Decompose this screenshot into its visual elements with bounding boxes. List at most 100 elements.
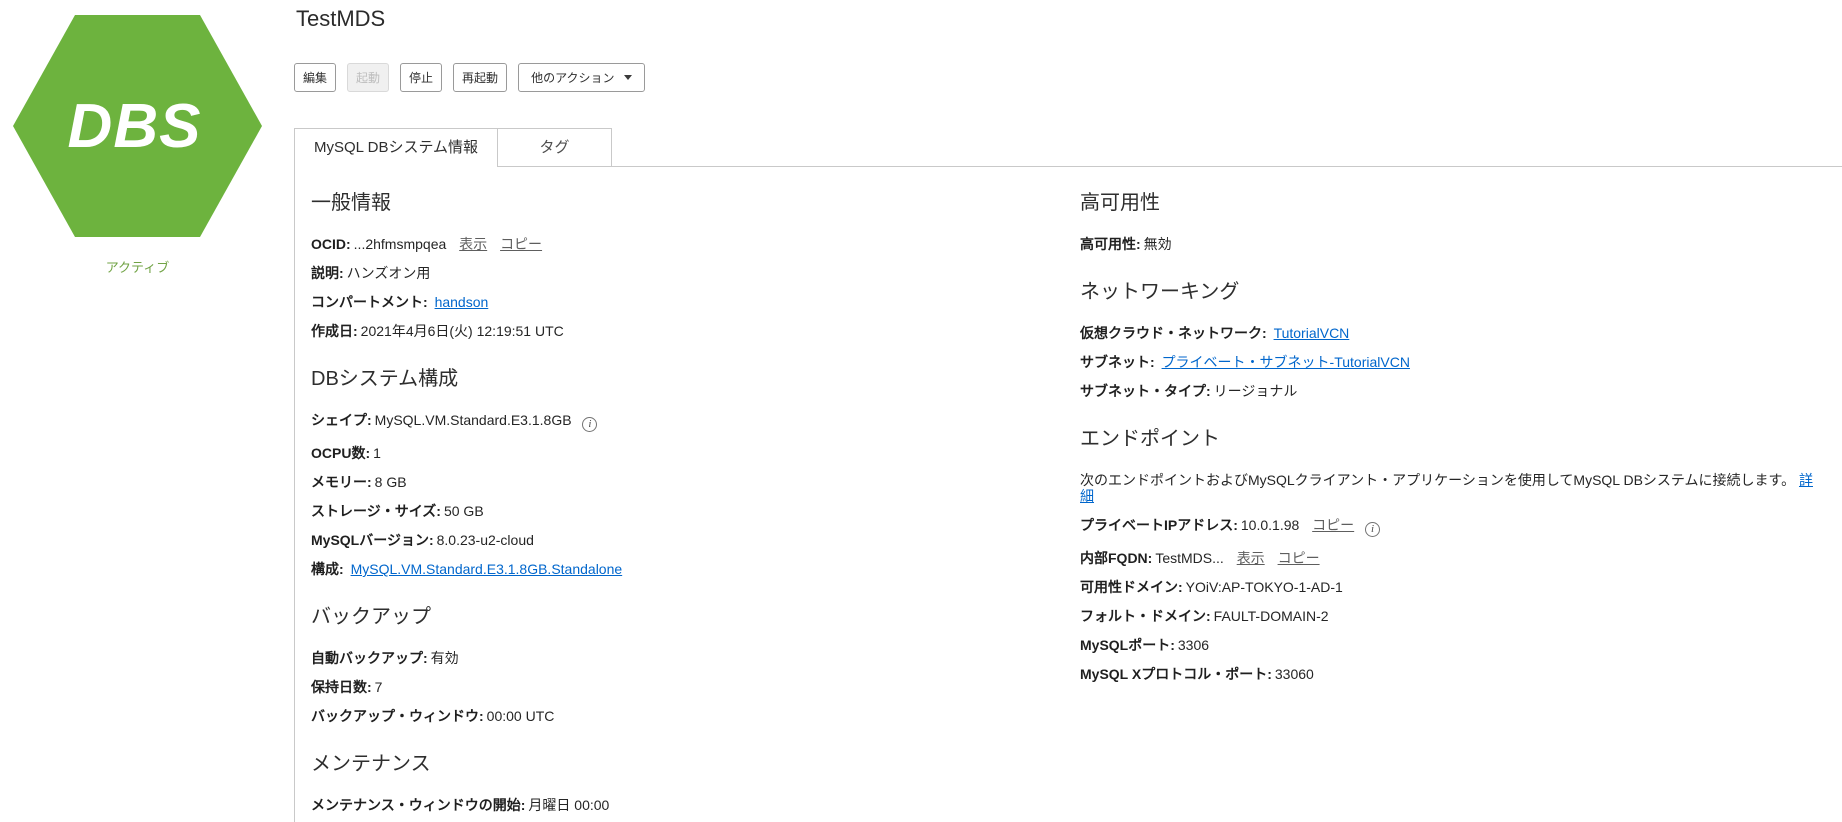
compartment-row: コンパートメント: handson xyxy=(311,294,1080,310)
high-availability-row: 高可用性: 無効 xyxy=(1080,236,1826,252)
created-row: 作成日: 2021年4月6日(火) 12:19:51 UTC xyxy=(311,323,1080,339)
backup-window-row: バックアップ・ウィンドウ: 00:00 UTC xyxy=(311,708,1080,724)
description-row: 説明: ハンズオン用 xyxy=(311,265,1080,281)
more-actions-label: 他のアクション xyxy=(531,71,615,85)
tab-bar: MySQL DBシステム情報 タグ xyxy=(294,128,1842,167)
mysql-version-label: MySQLバージョン: xyxy=(311,532,434,548)
details-panel: 一般情報 OCID: ...2hfmsmpqea 表示 コピー 説明: ハンズオン用… xyxy=(294,166,1842,822)
mysql-xprotocol-port-value: 33060 xyxy=(1274,666,1314,682)
ocid-value: ...2hfmsmpqea xyxy=(353,236,447,252)
details-left-column: 一般情報 OCID: ...2hfmsmpqea 表示 コピー 説明: ハンズオン用… xyxy=(311,183,1080,822)
vcn-label: 仮想クラウド・ネットワーク: xyxy=(1080,325,1267,341)
subnet-type-label: サブネット・タイプ: xyxy=(1080,383,1211,399)
more-actions-button[interactable]: 他のアクション xyxy=(518,63,646,92)
subnet-label: サブネット: xyxy=(1080,354,1155,370)
availability-domain-value: YOiV:AP-TOKYO-1-AD-1 xyxy=(1185,579,1343,595)
section-backup: バックアップ xyxy=(311,606,431,628)
retention-value: 7 xyxy=(374,679,383,695)
subnet-type-row: サブネット・タイプ: リージョナル xyxy=(1080,383,1826,399)
endpoints-description-row: 次のエンドポイントおよびMySQLクライアント・アプリケーションを使用してMyS… xyxy=(1080,472,1826,504)
high-availability-label: 高可用性: xyxy=(1080,236,1141,252)
mysql-xprotocol-port-label: MySQL Xプロトコル・ポート: xyxy=(1080,666,1272,682)
tab-mysql-db-system-info[interactable]: MySQL DBシステム情報 xyxy=(294,128,499,167)
ocid-copy-link[interactable]: コピー xyxy=(500,236,542,252)
shape-value: MySQL.VM.Standard.E3.1.8GB xyxy=(374,412,572,428)
subnet-row: サブネット: プライベート・サブネット-TutorialVCN xyxy=(1080,354,1826,370)
private-ip-label: プライベートIPアドレス: xyxy=(1080,517,1238,533)
auto-backup-value: 有効 xyxy=(430,650,459,666)
vcn-link[interactable]: TutorialVCN xyxy=(1274,325,1350,341)
internal-fqdn-show-link[interactable]: 表示 xyxy=(1237,550,1265,566)
main-content: TestMDS 編集 起動 停止 再起動 他のアクション MySQL DBシステ… xyxy=(294,0,1842,822)
private-ip-row: プライベートIPアドレス: 10.0.1.98 コピー i xyxy=(1080,517,1826,537)
internal-fqdn-row: 内部FQDN: TestMDS... 表示 コピー xyxy=(1080,550,1826,566)
auto-backup-row: 自動バックアップ: 有効 xyxy=(311,650,1080,666)
mysql-xprotocol-port-row: MySQL Xプロトコル・ポート: 33060 xyxy=(1080,666,1826,682)
ocid-row: OCID: ...2hfmsmpqea 表示 コピー xyxy=(311,236,1080,252)
subnet-link[interactable]: プライベート・サブネット-TutorialVCN xyxy=(1162,354,1410,370)
compartment-link[interactable]: handson xyxy=(435,294,489,310)
ocid-label: OCID: xyxy=(311,236,351,252)
tab-tags[interactable]: タグ xyxy=(498,128,613,167)
toolbar: 編集 起動 停止 再起動 他のアクション xyxy=(294,63,1842,92)
created-value: 2021年4月6日(火) 12:19:51 UTC xyxy=(360,323,564,339)
configuration-row: 構成: MySQL.VM.Standard.E3.1.8GB.Standalon… xyxy=(311,561,1080,577)
ocid-show-link[interactable]: 表示 xyxy=(459,236,487,252)
description-value: ハンズオン用 xyxy=(346,265,431,281)
internal-fqdn-copy-link[interactable]: コピー xyxy=(1278,550,1320,566)
start-button: 起動 xyxy=(347,63,390,92)
high-availability-value: 無効 xyxy=(1143,236,1172,252)
section-high-availability: 高可用性 xyxy=(1080,192,1160,214)
status-badge: アクティブ xyxy=(105,260,170,275)
internal-fqdn-value: TestMDS... xyxy=(1155,550,1224,566)
memory-value: 8 GB xyxy=(374,474,407,490)
mysql-version-row: MySQLバージョン: 8.0.23-u2-cloud xyxy=(311,532,1080,548)
section-networking: ネットワーキング xyxy=(1080,281,1240,303)
memory-row: メモリー: 8 GB xyxy=(311,474,1080,490)
fault-domain-row: フォルト・ドメイン: FAULT-DOMAIN-2 xyxy=(1080,608,1826,624)
dbs-icon-label: DBS xyxy=(67,91,202,161)
shape-label: シェイプ: xyxy=(311,412,372,428)
section-endpoints: エンドポイント xyxy=(1080,428,1220,450)
retention-row: 保持日数: 7 xyxy=(311,679,1080,695)
section-maintenance: メンテナンス xyxy=(311,753,431,775)
compartment-label: コンパートメント: xyxy=(311,294,428,310)
stop-button[interactable]: 停止 xyxy=(400,63,443,92)
mysql-version-value: 8.0.23-u2-cloud xyxy=(436,532,534,548)
availability-domain-row: 可用性ドメイン: YOiV:AP-TOKYO-1-AD-1 xyxy=(1080,579,1826,595)
resource-icon-column: DBS アクティブ xyxy=(13,15,262,276)
section-general-info: 一般情報 xyxy=(311,192,391,214)
description-label: 説明: xyxy=(311,265,344,281)
ocpu-value: 1 xyxy=(373,445,381,461)
mysql-port-value: 3306 xyxy=(1177,637,1210,653)
endpoints-description: 次のエンドポイントおよびMySQLクライアント・アプリケーションを使用してMyS… xyxy=(1080,472,1796,488)
vcn-row: 仮想クラウド・ネットワーク: TutorialVCN xyxy=(1080,325,1826,341)
maintenance-window-row: メンテナンス・ウィンドウの開始: 月曜日 00:00 xyxy=(311,797,1080,813)
restart-button[interactable]: 再起動 xyxy=(453,63,508,92)
caret-down-icon xyxy=(624,75,633,80)
auto-backup-label: 自動バックアップ: xyxy=(311,650,428,666)
storage-row: ストレージ・サイズ: 50 GB xyxy=(311,503,1080,519)
fault-domain-label: フォルト・ドメイン: xyxy=(1080,608,1211,624)
section-db-system-config: DBシステム構成 xyxy=(311,368,459,390)
page-title: TestMDS xyxy=(296,6,386,31)
edit-button[interactable]: 編集 xyxy=(294,63,337,92)
mysql-port-row: MySQLポート: 3306 xyxy=(1080,637,1826,653)
dbs-hexagon-icon: DBS xyxy=(13,15,262,237)
backup-window-value: 00:00 UTC xyxy=(486,708,555,724)
availability-domain-label: 可用性ドメイン: xyxy=(1080,579,1183,595)
fault-domain-value: FAULT-DOMAIN-2 xyxy=(1213,608,1329,624)
shape-row: シェイプ: MySQL.VM.Standard.E3.1.8GB i xyxy=(311,412,1080,432)
info-icon[interactable]: i xyxy=(582,417,598,432)
info-icon[interactable]: i xyxy=(1365,522,1381,537)
configuration-label: 構成: xyxy=(311,561,344,577)
ocpu-row: OCPU数: 1 xyxy=(311,445,1080,461)
storage-label: ストレージ・サイズ: xyxy=(311,503,441,519)
storage-value: 50 GB xyxy=(443,503,484,519)
details-right-column: 高可用性 高可用性: 無効 ネットワーキング 仮想クラウド・ネットワーク: Tut… xyxy=(1080,183,1826,822)
maintenance-window-label: メンテナンス・ウィンドウの開始: xyxy=(311,797,526,813)
mysql-port-label: MySQLポート: xyxy=(1080,637,1175,653)
configuration-link[interactable]: MySQL.VM.Standard.E3.1.8GB.Standalone xyxy=(351,561,623,577)
private-ip-copy-link[interactable]: コピー xyxy=(1312,517,1354,533)
backup-window-label: バックアップ・ウィンドウ: xyxy=(311,708,484,724)
